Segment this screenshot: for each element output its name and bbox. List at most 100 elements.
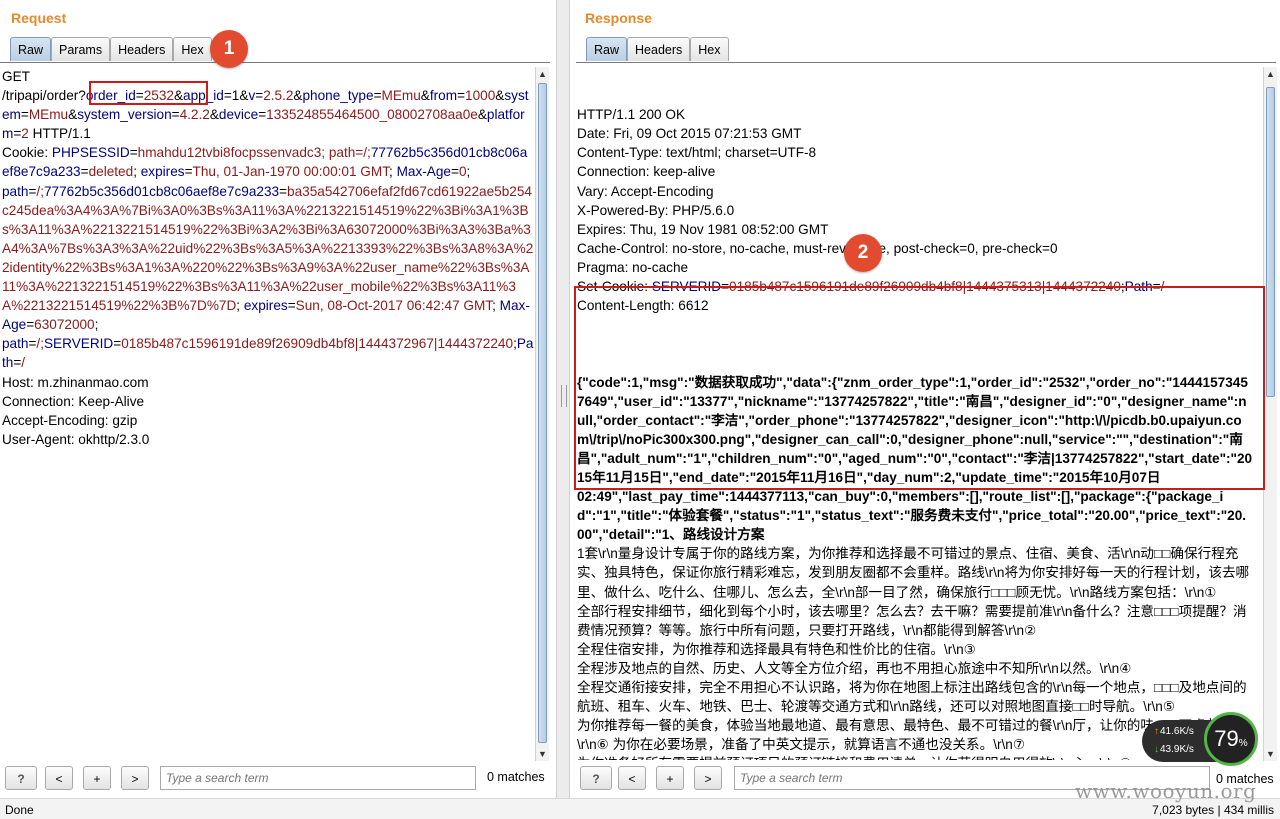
- request-line: User-Agent: okhttp/2.3.0: [2, 430, 534, 449]
- request-token: ;: [94, 317, 99, 333]
- response-pane: Response Raw Headers Hex HTTP/1.1 200 OK Da…: [570, 0, 1280, 798]
- request-token: ; path=/;: [321, 145, 371, 161]
- request-line: GET: [2, 67, 534, 86]
- request-token: =: [113, 336, 122, 352]
- upload-rate: 41.6K/s: [1154, 726, 1194, 737]
- request-tab-headers[interactable]: Headers: [110, 37, 174, 61]
- request-token: ;: [492, 298, 500, 314]
- request-title: Request: [11, 10, 67, 26]
- response-header-token: X-Powered-By: PHP/5.6.0: [577, 202, 735, 218]
- request-search-prev-button[interactable]: <: [45, 766, 73, 790]
- request-token: GET: [2, 69, 30, 84]
- request-line: path=/;77762b5c356d01cb8c06aef8e7c9a233=…: [2, 182, 534, 335]
- request-token: Connection: Keep-Alive: [2, 393, 145, 409]
- request-token: app_id: [183, 88, 224, 104]
- request-line: Accept-Encoding: gzip: [2, 411, 534, 430]
- request-token: =: [20, 107, 29, 123]
- response-search-add-button[interactable]: +: [656, 766, 684, 790]
- network-speed-widget[interactable]: 41.6K/s 43.9K/s 79%: [1140, 712, 1262, 766]
- request-token: Thu, 01-Jan-1970 00:00:01 GMT: [192, 164, 390, 180]
- request-token: ;: [466, 164, 471, 180]
- request-search-add-button[interactable]: +: [83, 766, 111, 790]
- request-token: &: [477, 107, 487, 123]
- request-scroll-thumb[interactable]: [538, 83, 547, 743]
- request-tab-underline: [0, 62, 550, 63]
- response-tab-headers[interactable]: Headers: [627, 37, 691, 61]
- request-token: /;: [36, 336, 44, 352]
- request-token: 63072000: [34, 317, 95, 333]
- request-token: MEmu: [381, 88, 421, 104]
- request-token: Accept-Encoding: gzip: [2, 412, 138, 428]
- request-token: =: [255, 88, 264, 104]
- response-size-time: 7,023 bytes | 434 millis: [1152, 803, 1274, 817]
- request-token: ba35a542706efaf2fd67cd61922ae5b254c245de…: [2, 183, 534, 314]
- response-scrollbar[interactable]: ▲ ▼: [1263, 67, 1277, 761]
- request-token: /;: [36, 183, 44, 199]
- response-header-line: Cache-Control: no-store, no-cache, must-…: [577, 239, 1253, 258]
- request-tab-hex[interactable]: Hex: [173, 37, 212, 61]
- response-search-next-button[interactable]: >: [694, 766, 722, 790]
- request-token: =: [279, 183, 288, 199]
- scroll-down-icon[interactable]: ▼: [1264, 747, 1277, 761]
- response-header-token: Pragma: no-cache: [577, 259, 689, 275]
- response-header-line: Content-Length: 6612: [577, 296, 1253, 315]
- response-header-line: Pragma: no-cache: [577, 258, 1253, 277]
- request-search-help-button[interactable]: ?: [5, 766, 37, 790]
- request-token: hmahdu12tvbi8focpssenvadc3: [137, 145, 322, 161]
- response-header-token: /: [1160, 279, 1165, 295]
- watermark: www.wooyun.org: [1075, 779, 1257, 803]
- request-token: 4.2.2: [179, 107, 210, 123]
- response-header-token: [577, 317, 581, 332]
- response-tab-hex[interactable]: Hex: [690, 37, 729, 61]
- callout-2-badge: 2: [844, 234, 882, 272]
- request-token: path: [2, 183, 29, 199]
- response-header-line: Expires: Thu, 19 Nov 1981 08:52:00 GMT: [577, 220, 1253, 239]
- pane-split-handle[interactable]: [556, 0, 570, 798]
- memory-usage-percent: 79: [1214, 726, 1239, 751]
- response-header-line: Vary: Accept-Encoding: [577, 182, 1253, 201]
- request-token: path: [2, 336, 29, 352]
- request-token: PHPSESSID: [51, 145, 130, 161]
- request-tab-raw[interactable]: Raw: [10, 37, 52, 61]
- request-token: 77762b5c356d01cb8c06aef8e7c9a233: [43, 183, 280, 199]
- request-pane: Request Raw Params Headers Hex GET/tripapi/…: [0, 0, 556, 798]
- scroll-down-icon[interactable]: ▼: [536, 747, 549, 761]
- response-tab-raw[interactable]: Raw: [586, 37, 628, 61]
- request-search-input[interactable]: [160, 766, 476, 790]
- request-token: SERVERID: [43, 336, 114, 352]
- response-search-help-button[interactable]: ?: [580, 766, 612, 790]
- response-header-token: Connection: keep-alive: [577, 164, 716, 180]
- request-line: Connection: Keep-Alive: [2, 392, 534, 411]
- split-grip-icon: [561, 385, 567, 407]
- scroll-up-icon[interactable]: ▲: [536, 67, 549, 81]
- request-tab-params[interactable]: Params: [51, 37, 111, 61]
- request-token: Sun, 08-Oct-2017 06:42:47 GMT: [295, 298, 493, 314]
- response-scroll-thumb[interactable]: [1266, 87, 1275, 397]
- request-editor[interactable]: GET/tripapi/order?order_id=2532&app_id=1…: [2, 67, 534, 760]
- request-token: MEmu: [28, 107, 69, 123]
- request-token: &: [173, 88, 184, 104]
- request-search-matches: 0 matches: [487, 770, 545, 784]
- response-header-token: Date: Fri, 09 Oct 2015 07:21:53 GMT: [577, 126, 802, 142]
- request-token: =: [287, 298, 296, 314]
- status-text: Done: [5, 803, 34, 817]
- request-token: &: [293, 88, 303, 104]
- response-header-line: Connection: keep-alive: [577, 162, 1253, 181]
- response-header-token: Content-Length: 6612: [577, 298, 709, 314]
- response-header-token: Vary: Accept-Encoding: [577, 183, 714, 199]
- response-headers-block: HTTP/1.1 200 OK Date: Fri, 09 Oct 2015 07…: [577, 105, 1253, 334]
- request-token: 2.5.2: [263, 88, 294, 104]
- request-token: 133524855464500_08002708aa0e: [266, 107, 478, 123]
- request-token: =: [184, 164, 193, 180]
- response-search-prev-button[interactable]: <: [618, 766, 646, 790]
- request-search-next-button[interactable]: >: [121, 766, 149, 790]
- request-token: 2532: [143, 88, 174, 104]
- request-token: &: [68, 107, 78, 123]
- response-header-token: Expires: Thu, 19 Nov 1981 08:52:00 GMT: [577, 221, 829, 237]
- scroll-up-icon[interactable]: ▲: [1264, 67, 1277, 81]
- request-token: phone_type: [302, 88, 374, 104]
- request-token: 2: [21, 126, 29, 142]
- response-editor[interactable]: HTTP/1.1 200 OK Date: Fri, 09 Oct 2015 07…: [577, 67, 1253, 760]
- response-header-token: =: [721, 279, 730, 295]
- request-scrollbar[interactable]: ▲ ▼: [535, 67, 549, 761]
